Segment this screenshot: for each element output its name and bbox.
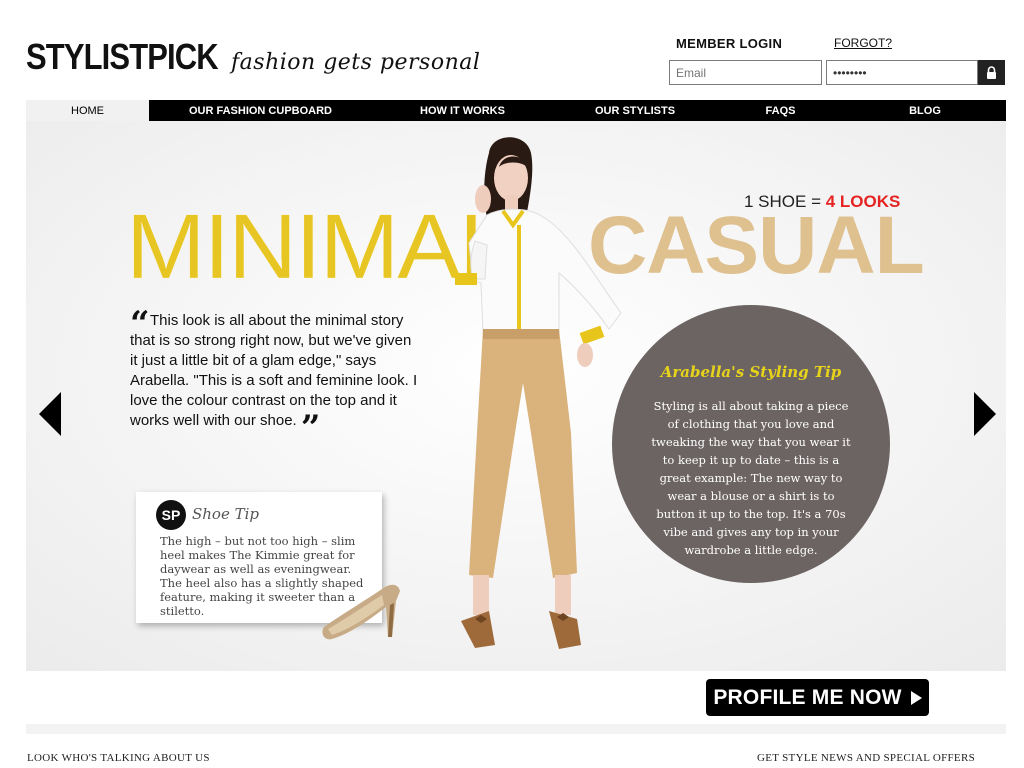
member-login-label: MEMBER LOGIN (676, 36, 783, 51)
promo-highlight: 4 LOOKS (825, 192, 901, 211)
styling-tip-circle: Arabella's Styling Tip Styling is all ab… (612, 305, 890, 583)
quote-close-mark: ” (300, 408, 321, 448)
nav-home[interactable]: HOME (26, 100, 149, 121)
nav-faqs[interactable]: FAQS (717, 100, 844, 121)
logo[interactable]: STYLISTPICK fashion gets personal (26, 36, 480, 78)
footer-newsletter-heading: GET STYLE NEWS AND SPECIAL OFFERS (757, 752, 976, 764)
arrow-left-icon[interactable] (39, 392, 61, 436)
styling-tip-title: Arabella's Styling Tip (660, 363, 842, 381)
shoe-image[interactable] (320, 577, 410, 643)
shoe-tip-title: Shoe Tip (192, 505, 260, 523)
footer-divider (26, 724, 1006, 734)
nav-our-fashion-cupboard[interactable]: OUR FASHION CUPBOARD (149, 100, 372, 121)
stylist-quote-text: This look is all about the minimal story… (130, 312, 418, 429)
profile-me-now-button[interactable]: PROFILE ME NOW (706, 679, 929, 716)
styling-tip-body: Styling is all about taking a piece of c… (651, 399, 851, 557)
model-image (455, 137, 622, 649)
promo-prefix: 1 SHOE = (744, 192, 826, 211)
promo-one-shoe-four-looks: 1 SHOE = 4 LOOKS (744, 192, 900, 212)
lock-icon (987, 66, 996, 79)
logo-tagline: fashion gets personal (231, 50, 481, 75)
footer-press-heading: LOOK WHO'S TALKING ABOUT US (27, 752, 210, 764)
main-nav: HOME OUR FASHION CUPBOARD HOW IT WORKS O… (26, 100, 1006, 121)
cta-label: PROFILE ME NOW (713, 685, 902, 709)
password-field[interactable] (826, 60, 978, 85)
email-field[interactable] (669, 60, 822, 85)
stylist-quote: This look is all about the minimal story… (130, 311, 420, 445)
arrow-right-icon[interactable] (974, 392, 996, 436)
sp-badge: SP (156, 500, 186, 530)
nav-our-stylists[interactable]: OUR STYLISTS (553, 100, 717, 121)
play-arrow-icon (910, 690, 922, 705)
nav-blog[interactable]: BLOG (844, 100, 1006, 121)
forgot-password-link[interactable]: FORGOT? (834, 36, 892, 50)
nav-how-it-works[interactable]: HOW IT WORKS (372, 100, 553, 121)
logo-wordmark: STYLISTPICK (26, 36, 219, 77)
hero-banner: MINIMAL CASUAL 1 SHOE = 4 LOOKS “ This l… (26, 121, 1006, 671)
login-submit-button[interactable] (978, 60, 1005, 85)
